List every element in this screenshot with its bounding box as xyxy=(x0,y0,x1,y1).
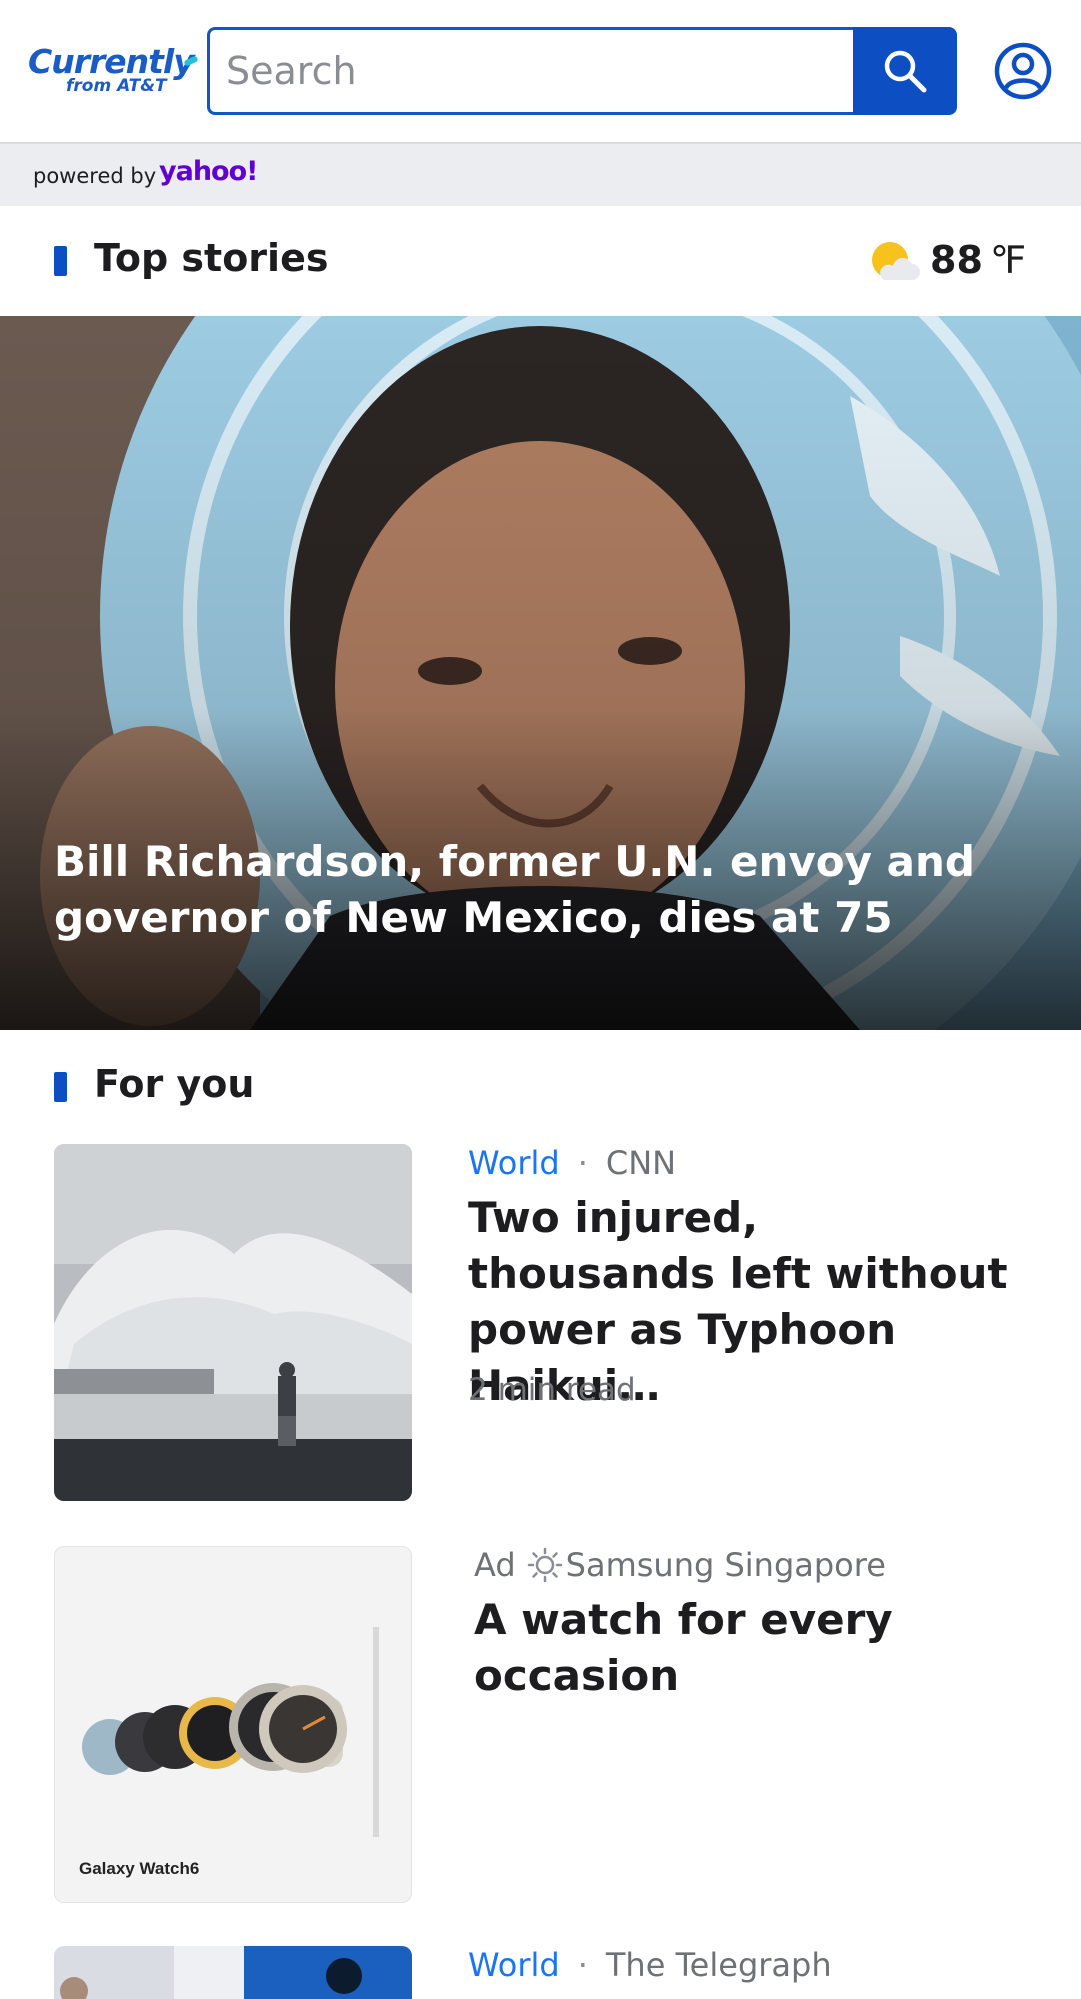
top-stories-header: Top stories xyxy=(54,232,454,288)
for-you-header: For you xyxy=(54,1058,454,1114)
account-button[interactable] xyxy=(994,42,1052,100)
for-you-title: For you xyxy=(94,1062,255,1106)
ad-meta: Ad Samsung Singapore xyxy=(474,1546,886,1584)
search-input[interactable] xyxy=(226,30,826,112)
search-button[interactable] xyxy=(853,27,957,115)
story-card[interactable]: World · CNN Two injured, thousands left wi… xyxy=(54,1144,1029,1504)
story-meta: World · CNN xyxy=(468,1144,676,1182)
ad-thumb-caption: Galaxy Watch6 xyxy=(79,1859,200,1878)
weather-widget[interactable]: 88 ℉ xyxy=(868,238,1028,288)
story-thumbnail xyxy=(54,1946,412,1999)
typhoon-image xyxy=(54,1144,412,1501)
hero-story[interactable]: Bill Richardson, former U.N. envoy and g… xyxy=(0,316,1081,1030)
top-stories-title: Top stories xyxy=(94,236,329,280)
logo-sub: from AT&T xyxy=(66,76,167,96)
yahoo-logo: yahoo! xyxy=(159,156,258,187)
currently-logo[interactable]: Currently from AT&T xyxy=(28,42,199,98)
story-category[interactable]: World xyxy=(468,1144,560,1182)
ad-card[interactable]: Galaxy Watch6 Ad Samsung Singapore A wat… xyxy=(54,1546,1029,1906)
powered-by-text: powered by xyxy=(33,164,157,188)
ad-label: Ad xyxy=(474,1546,516,1584)
app-header: Currently from AT&T xyxy=(0,0,1081,144)
sponsored-sun-icon xyxy=(527,1547,562,1583)
story-read-time: 2 min read xyxy=(468,1372,636,1408)
story-source: CNN xyxy=(605,1144,677,1182)
ad-headline: A watch for every occasion xyxy=(474,1595,893,1700)
watch-image xyxy=(55,1547,411,1902)
meta-separator: · xyxy=(577,1946,588,1984)
hero-headline: Bill Richardson, former U.N. envoy and g… xyxy=(54,837,975,942)
account-icon xyxy=(994,42,1052,100)
powered-by-bar: powered by yahoo! xyxy=(0,144,1081,206)
story-category[interactable]: World xyxy=(468,1946,560,1984)
weather-unit: ℉ xyxy=(990,238,1027,282)
ad-thumbnail: Galaxy Watch6 xyxy=(54,1546,412,1903)
section-marker xyxy=(54,246,67,276)
story-source: The Telegraph xyxy=(605,1946,832,1984)
weather-temp: 88 xyxy=(930,238,983,282)
story-meta: World · The Telegraph xyxy=(468,1946,832,1984)
ad-advertiser: Samsung Singapore xyxy=(565,1546,886,1584)
story-card[interactable]: World · The Telegraph xyxy=(54,1946,1029,1999)
partly-cloudy-icon xyxy=(872,242,920,280)
search-box xyxy=(207,27,855,115)
search-icon xyxy=(884,50,927,93)
meta-separator: · xyxy=(577,1144,588,1182)
story-thumbnail xyxy=(54,1144,412,1501)
section-marker xyxy=(54,1072,67,1102)
telegraph-image xyxy=(54,1946,412,1999)
